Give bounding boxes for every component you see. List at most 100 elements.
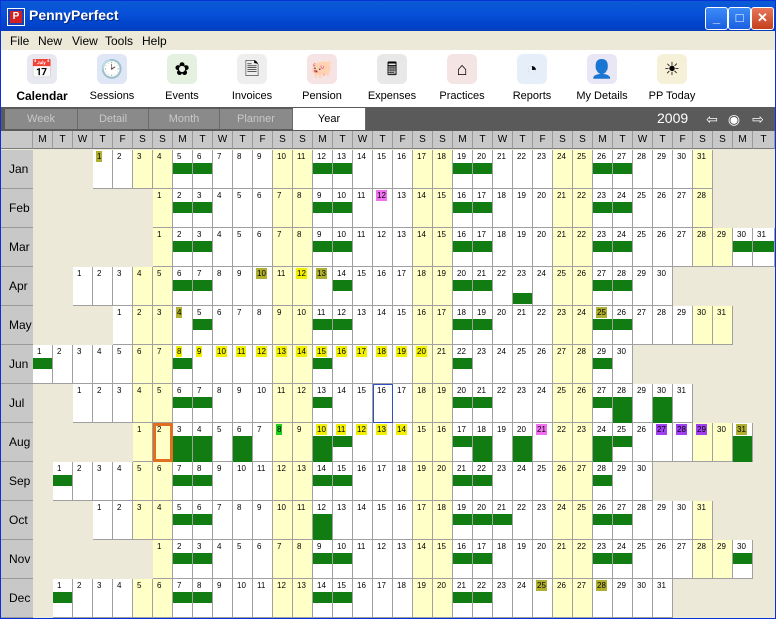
day-cell[interactable]: 29 <box>713 228 733 267</box>
day-cell[interactable]: 17 <box>353 345 373 384</box>
toolbar-events-button[interactable]: ✿ Events <box>149 50 215 107</box>
session-bar[interactable] <box>313 319 332 330</box>
session-bar[interactable] <box>733 553 752 564</box>
day-cell[interactable]: 25 <box>633 540 653 579</box>
day-cell[interactable]: 11 <box>273 384 293 423</box>
menu-view[interactable]: View <box>72 34 98 48</box>
day-cell[interactable]: 30 <box>653 384 673 423</box>
day-cell[interactable]: 7 <box>273 189 293 228</box>
day-cell[interactable]: 13 <box>333 150 353 189</box>
next-arrow-icon[interactable]: ⇨ <box>750 111 766 127</box>
toolbar-pp-today-button[interactable]: ☀ PP Today <box>639 50 705 107</box>
day-cell[interactable]: 13 <box>313 267 333 306</box>
session-bar[interactable] <box>473 397 492 408</box>
session-bar[interactable] <box>333 202 352 213</box>
day-cell[interactable]: 9 <box>293 423 313 462</box>
day-cell[interactable]: 27 <box>633 306 653 345</box>
day-cell[interactable]: 2 <box>133 306 153 345</box>
day-cell[interactable]: 23 <box>593 540 613 579</box>
day-cell[interactable]: 16 <box>333 345 353 384</box>
day-cell[interactable]: 22 <box>573 228 593 267</box>
session-bar[interactable] <box>453 436 472 447</box>
day-cell[interactable]: 8 <box>193 462 213 501</box>
day-cell[interactable]: 30 <box>673 501 693 540</box>
session-bar[interactable] <box>333 241 352 252</box>
session-bar[interactable] <box>593 202 612 213</box>
day-cell[interactable]: 12 <box>353 423 373 462</box>
day-cell[interactable]: 15 <box>433 228 453 267</box>
day-cell[interactable]: 5 <box>113 345 133 384</box>
day-cell[interactable]: 27 <box>673 540 693 579</box>
day-cell[interactable]: 16 <box>453 540 473 579</box>
day-cell[interactable]: 5 <box>153 267 173 306</box>
session-bar[interactable] <box>233 436 252 462</box>
day-cell[interactable]: 16 <box>353 579 373 618</box>
session-bar[interactable] <box>593 553 612 564</box>
close-button[interactable]: ✕ <box>751 7 774 30</box>
day-cell[interactable]: 29 <box>713 540 733 579</box>
day-cell[interactable]: 26 <box>613 306 633 345</box>
session-bar[interactable] <box>473 163 492 174</box>
day-cell[interactable]: 6 <box>173 384 193 423</box>
session-bar[interactable] <box>453 514 472 525</box>
session-bar[interactable] <box>173 436 192 462</box>
day-cell[interactable]: 4 <box>113 462 133 501</box>
day-cell[interactable]: 5 <box>233 228 253 267</box>
day-cell[interactable]: 10 <box>233 462 253 501</box>
day-cell[interactable]: 19 <box>473 306 493 345</box>
day-cell[interactable]: 15 <box>313 345 333 384</box>
day-cell[interactable]: 26 <box>633 423 653 462</box>
session-bar[interactable] <box>313 514 332 540</box>
day-cell[interactable]: 25 <box>553 267 573 306</box>
day-cell[interactable]: 8 <box>213 384 233 423</box>
day-cell[interactable]: 8 <box>233 501 253 540</box>
day-cell[interactable]: 25 <box>573 501 593 540</box>
session-bar[interactable] <box>53 475 72 486</box>
day-cell[interactable]: 16 <box>413 306 433 345</box>
day-cell[interactable]: 31 <box>673 384 693 423</box>
day-cell[interactable]: 20 <box>533 189 553 228</box>
day-cell[interactable]: 31 <box>693 150 713 189</box>
day-cell[interactable]: 27 <box>673 228 693 267</box>
day-cell[interactable]: 24 <box>513 579 533 618</box>
day-cell[interactable]: 17 <box>413 150 433 189</box>
day-cell[interactable]: 21 <box>493 501 513 540</box>
day-cell[interactable]: 10 <box>253 384 273 423</box>
session-bar[interactable] <box>593 475 612 486</box>
session-bar[interactable] <box>193 592 212 603</box>
day-cell[interactable]: 5 <box>233 540 253 579</box>
day-cell[interactable]: 1 <box>33 345 53 384</box>
day-cell[interactable]: 2 <box>73 579 93 618</box>
day-cell[interactable]: 19 <box>513 228 533 267</box>
day-cell[interactable]: 25 <box>533 462 553 501</box>
day-cell[interactable]: 4 <box>133 384 153 423</box>
day-cell[interactable]: 10 <box>333 228 353 267</box>
day-cell[interactable]: 2 <box>173 540 193 579</box>
day-cell[interactable]: 17 <box>473 540 493 579</box>
day-cell[interactable]: 27 <box>613 150 633 189</box>
day-cell[interactable]: 6 <box>233 423 253 462</box>
menu-file[interactable]: File <box>10 34 29 48</box>
menu-help[interactable]: Help <box>142 34 167 48</box>
day-cell[interactable]: 26 <box>573 267 593 306</box>
day-cell[interactable]: 10 <box>273 501 293 540</box>
session-bar[interactable] <box>313 592 332 603</box>
day-cell[interactable]: 12 <box>313 501 333 540</box>
session-bar[interactable] <box>473 475 492 486</box>
session-bar[interactable] <box>313 397 332 408</box>
session-bar[interactable] <box>313 163 332 174</box>
day-cell[interactable]: 9 <box>233 267 253 306</box>
day-cell[interactable]: 30 <box>633 462 653 501</box>
day-cell[interactable]: 30 <box>673 150 693 189</box>
day-cell[interactable]: 30 <box>633 579 653 618</box>
session-bar[interactable] <box>613 397 632 423</box>
day-cell[interactable]: 28 <box>593 462 613 501</box>
day-cell[interactable]: 14 <box>413 189 433 228</box>
session-bar[interactable] <box>193 436 212 462</box>
day-cell[interactable]: 7 <box>153 345 173 384</box>
day-cell[interactable]: 19 <box>493 423 513 462</box>
tab-week[interactable]: Week <box>5 109 78 129</box>
day-cell[interactable]: 20 <box>433 579 453 618</box>
day-cell[interactable]: 17 <box>453 423 473 462</box>
day-cell[interactable]: 18 <box>413 267 433 306</box>
